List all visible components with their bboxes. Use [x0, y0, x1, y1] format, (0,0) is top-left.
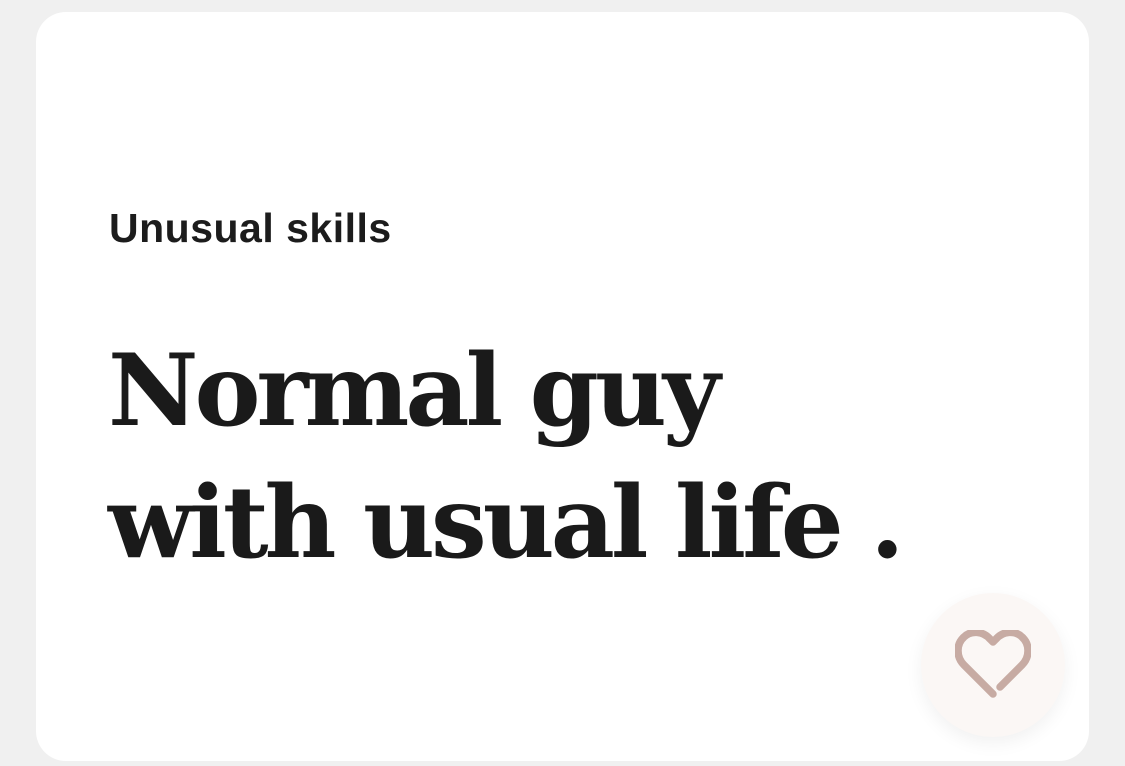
heart-icon — [955, 630, 1031, 698]
prompt-label: Unusual skills — [109, 205, 392, 251]
screen: Unusual skills Normal guy with usual lif… — [0, 0, 1125, 766]
prompt-card: Unusual skills Normal guy with usual lif… — [36, 12, 1089, 761]
like-button[interactable] — [921, 593, 1065, 737]
prompt-answer: Normal guy with usual life . — [108, 333, 905, 581]
